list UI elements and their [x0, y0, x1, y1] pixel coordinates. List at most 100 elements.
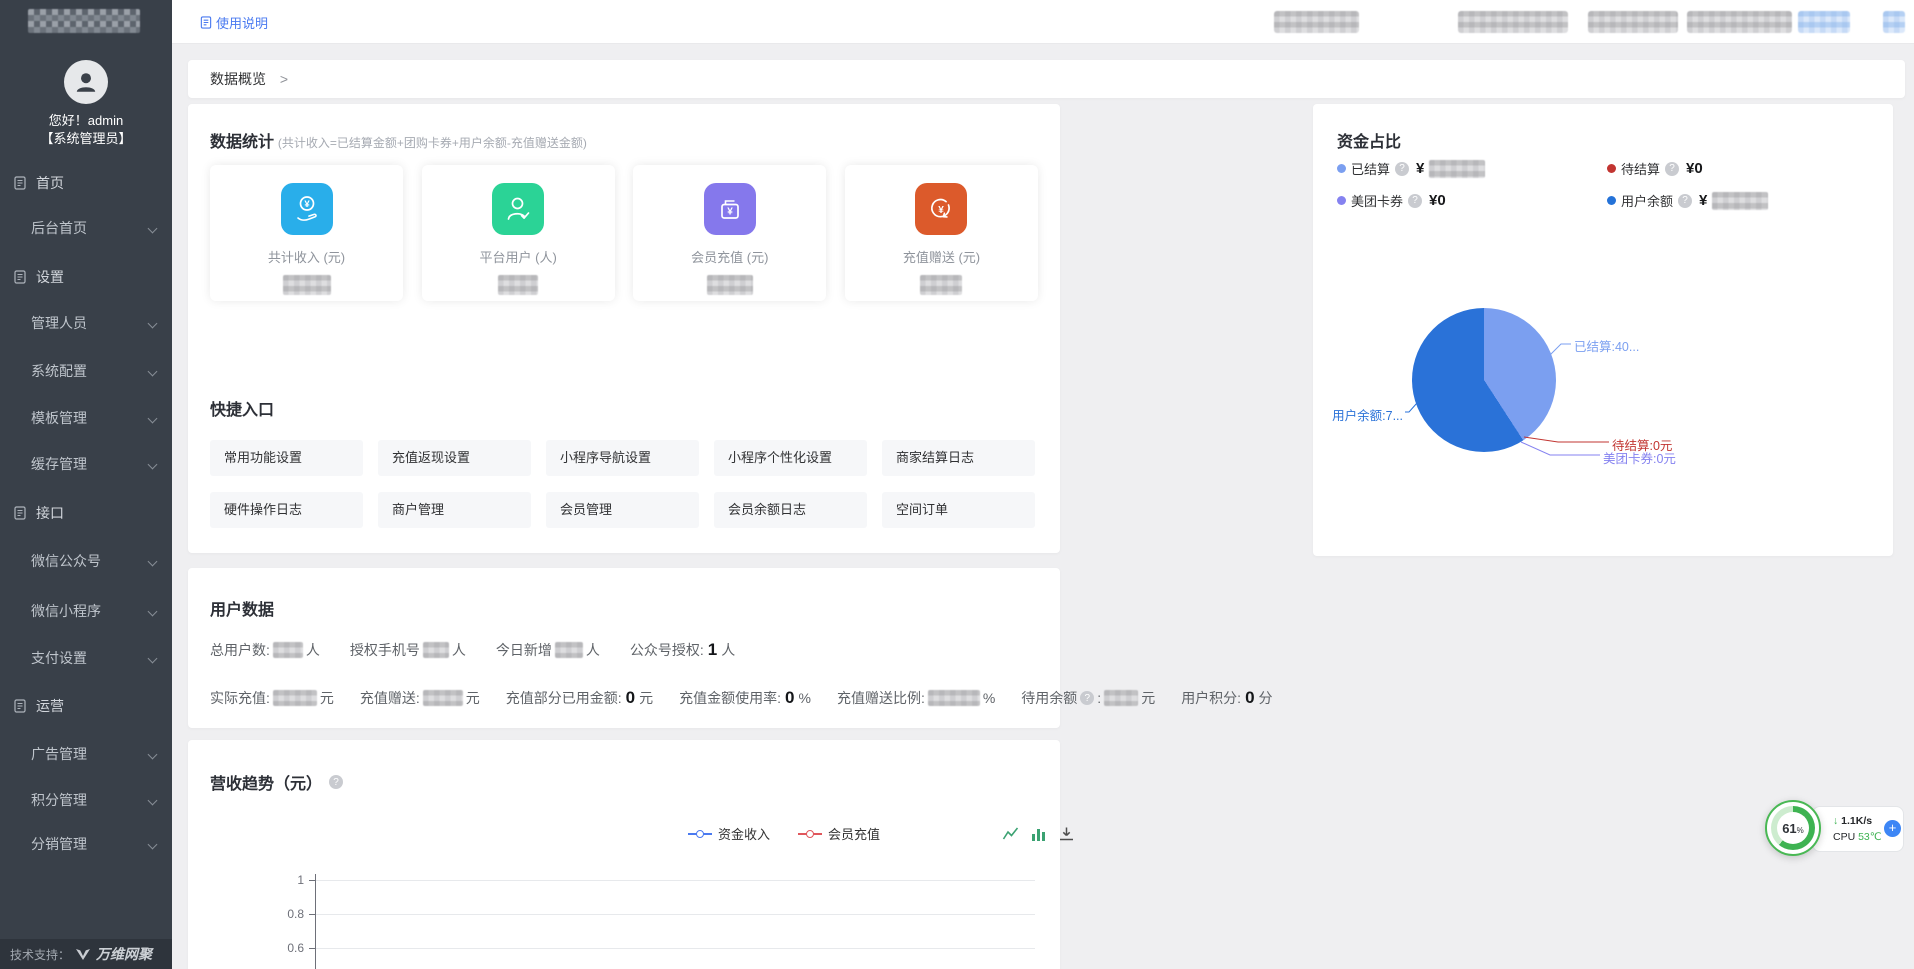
sidebar-item-distribution-mgmt[interactable]: 分销管理 [0, 833, 172, 855]
topbar-item-blurred[interactable] [1687, 11, 1792, 33]
quick-btn-recharge-cashback[interactable]: 充值返现设置 [378, 440, 531, 476]
gauge-ring: 61 % [1771, 806, 1815, 850]
topbar-item-blurred[interactable] [1588, 11, 1678, 33]
legend-label: 会员充值 [828, 824, 880, 843]
funds-legend-meituan: 美团卡券 ? ¥0 [1337, 191, 1607, 210]
sidebar-item-label: 设置 [36, 266, 64, 288]
topbar-item-blurred[interactable] [1883, 11, 1905, 33]
quick-btn-common-functions[interactable]: 常用功能设置 [210, 440, 363, 476]
metric-colon: : [1097, 690, 1101, 706]
sidebar-item-label: 分销管理 [31, 833, 87, 855]
legend-item-member-recharge[interactable]: 会员充值 [798, 824, 880, 843]
help-icon[interactable]: ? [1395, 162, 1409, 176]
legend-label: 美团卡券 [1351, 191, 1403, 210]
help-icon[interactable]: ? [1408, 194, 1422, 208]
chart-toolbox [1002, 826, 1075, 842]
breadcrumb-current[interactable]: 数据概览 [210, 71, 266, 87]
quick-btn-member-mgmt[interactable]: 会员管理 [546, 492, 699, 528]
sidebar-item-backend-home[interactable]: 后台首页 [0, 217, 172, 239]
sidebar-item-template-mgmt[interactable]: 模板管理 [0, 407, 172, 429]
sidebar-item-admins[interactable]: 管理人员 [0, 312, 172, 334]
metric-value: 0 [1245, 688, 1254, 708]
sidebar-item-system-config[interactable]: 系统配置 [0, 360, 172, 382]
chevron-down-icon [148, 460, 158, 470]
quick-btn-merchant-mgmt[interactable]: 商户管理 [378, 492, 531, 528]
user-greeting: 您好！admin [0, 110, 172, 129]
metric-value-blurred [273, 690, 317, 706]
quick-btn-miniapp-personalize[interactable]: 小程序个性化设置 [714, 440, 867, 476]
user-check-icon [492, 183, 544, 235]
topbar-item-blurred[interactable] [1798, 11, 1850, 33]
document-icon [14, 699, 26, 713]
quick-btn-merchant-settle-log[interactable]: 商家结算日志 [882, 440, 1035, 476]
y-tick-label: 0.6 [274, 941, 304, 955]
metric-unit: 元 [639, 688, 653, 708]
chevron-down-icon [148, 224, 158, 234]
sidebar-item-label: 缓存管理 [31, 453, 87, 475]
gauge-percent: 61 [1782, 821, 1796, 836]
sidebar-item-cache-mgmt[interactable]: 缓存管理 [0, 453, 172, 475]
sidebar-item-payment-settings[interactable]: 支付设置 [0, 647, 172, 669]
metric-unit: 人 [586, 640, 600, 660]
sidebar-item-label: 接口 [36, 502, 64, 524]
chevron-down-icon [148, 840, 158, 850]
sidebar-item-api[interactable]: 接口 [0, 502, 172, 524]
breadcrumb-separator: > [280, 71, 288, 87]
brand-logo-icon [75, 948, 91, 961]
metric-unit: 元 [466, 688, 480, 708]
quick-btn-space-orders[interactable]: 空间订单 [882, 492, 1035, 528]
document-icon [14, 176, 26, 190]
metric-unit: 分 [1259, 688, 1273, 708]
sidebar-item-points-mgmt[interactable]: 积分管理 [0, 789, 172, 811]
line-series-marker [798, 830, 822, 838]
sidebar-item-label: 积分管理 [31, 789, 87, 811]
user-data-card: 用户数据 总用户数:人 授权手机号人 今日新增人 公众号授权:1人 实际充值:元… [188, 568, 1060, 728]
download-icon[interactable] [1058, 826, 1075, 842]
help-icon[interactable]: ? [1665, 162, 1679, 176]
line-chart-icon[interactable] [1002, 826, 1019, 842]
help-icon[interactable]: ? [329, 775, 343, 789]
metric-label: 公众号授权: [630, 640, 704, 660]
add-widget-button[interactable]: + [1884, 820, 1901, 837]
metric-label: 待用余额 [1021, 688, 1077, 708]
metric-unit: % [983, 690, 995, 706]
metric-unit: % [799, 690, 811, 706]
quick-btn-hardware-log[interactable]: 硬件操作日志 [210, 492, 363, 528]
legend-dot [1337, 164, 1346, 173]
quick-btn-member-balance-log[interactable]: 会员余额日志 [714, 492, 867, 528]
metric-value: 1 [708, 640, 717, 660]
sidebar-item-operations[interactable]: 运营 [0, 695, 172, 717]
funds-legend-settled: 已结算 ? ¥ [1337, 159, 1607, 178]
sidebar-item-wechat-miniapp[interactable]: 微信小程序 [0, 600, 172, 622]
sidebar-item-wechat-official[interactable]: 微信公众号 [0, 550, 172, 572]
metric-label: 充值金额使用率: [679, 688, 781, 708]
metric-label: 今日新增 [496, 640, 552, 660]
metric-value-blurred [273, 642, 303, 658]
sidebar-item-home[interactable]: 首页 [0, 172, 172, 194]
y-tick-label: 0.8 [274, 907, 304, 921]
line-series-marker [688, 830, 712, 838]
person-icon [73, 69, 99, 95]
axis-tick [309, 880, 315, 881]
amount-blurred [1429, 160, 1485, 178]
help-icon[interactable]: ? [1678, 194, 1692, 208]
cpu-usage-gauge[interactable]: 61 % [1765, 800, 1821, 856]
quick-btn-miniapp-nav[interactable]: 小程序导航设置 [546, 440, 699, 476]
net-speed: 1.1K/s [1841, 815, 1872, 827]
chevron-down-icon [148, 750, 158, 760]
breadcrumb: 数据概览 > [188, 60, 1905, 98]
app-logo-blurred [28, 9, 140, 33]
help-icon[interactable]: ? [1080, 691, 1094, 705]
data-stats-card: 数据统计 (共计收入=已结算金额+团购卡券+用户余额-充值赠送金额) ¥ 共计收… [188, 104, 1060, 553]
sidebar-item-ad-mgmt[interactable]: 广告管理 [0, 743, 172, 765]
sidebar-item-settings[interactable]: 设置 [0, 266, 172, 288]
topbar-item-blurred[interactable] [1274, 11, 1359, 33]
topbar-item-blurred[interactable] [1458, 11, 1568, 33]
bar-chart-icon[interactable] [1030, 826, 1047, 842]
legend-item-fund-income[interactable]: 资金收入 [688, 824, 770, 843]
chevron-down-icon [148, 367, 158, 377]
usage-guide-link[interactable]: 使用说明 [200, 13, 268, 32]
metric-label: 充值赠送: [360, 688, 420, 708]
axis-tick [309, 914, 315, 915]
legend-label: 用户余额 [1621, 191, 1673, 210]
